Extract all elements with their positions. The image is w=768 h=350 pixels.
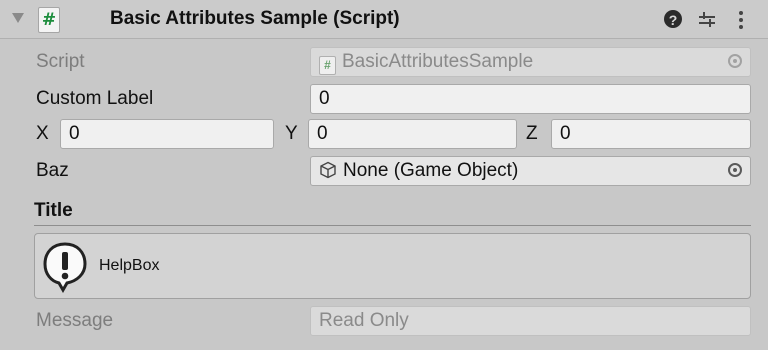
component-header[interactable]: # Basic Attributes Sample (Script) ? (0, 0, 768, 39)
foldout-arrow-icon[interactable] (12, 13, 24, 23)
help-box: HelpBox (34, 233, 751, 299)
context-menu-icon[interactable] (738, 9, 744, 29)
message-field: Read Only (310, 306, 751, 336)
help-box-text: HelpBox (99, 257, 160, 274)
script-label: Script (36, 51, 85, 72)
presets-icon[interactable] (697, 9, 717, 29)
object-picker-icon[interactable] (728, 163, 742, 177)
section-title: Title (34, 200, 73, 221)
script-component-icon[interactable]: # (38, 7, 60, 33)
object-picker-icon[interactable] (728, 54, 742, 68)
custom-label-field[interactable]: 0 (310, 84, 751, 114)
x-field[interactable]: 0 (60, 119, 274, 149)
y-label[interactable]: Y (285, 119, 298, 149)
z-field[interactable]: 0 (551, 119, 751, 149)
script-file-icon: # (319, 56, 336, 75)
z-label[interactable]: Z (526, 119, 538, 149)
game-object-icon (320, 161, 336, 179)
baz-label: Baz (36, 160, 69, 181)
script-field-value: BasicAttributesSample (342, 51, 534, 72)
y-field[interactable]: 0 (308, 119, 517, 149)
script-field[interactable]: # BasicAttributesSample (310, 47, 751, 77)
component-title[interactable]: Basic Attributes Sample (Script) (110, 0, 400, 38)
baz-field-value: None (Game Object) (343, 160, 519, 181)
help-icon[interactable]: ? (664, 10, 682, 28)
baz-object-field[interactable]: None (Game Object) (310, 156, 751, 186)
message-label: Message (36, 310, 114, 331)
info-icon (43, 242, 87, 293)
custom-label-label: Custom Label (36, 88, 154, 109)
x-label[interactable]: X (36, 119, 49, 149)
title-divider (34, 225, 751, 226)
